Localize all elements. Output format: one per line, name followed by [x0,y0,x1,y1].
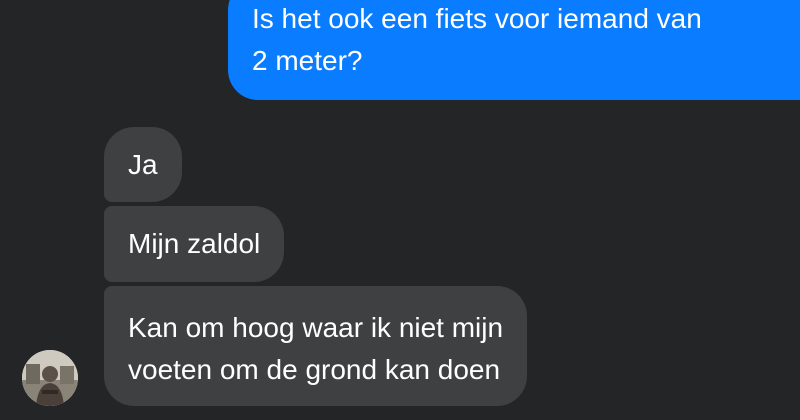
chat-thread: Is het ook een fiets voor iemand van 2 m… [0,0,800,420]
received-message-bubble[interactable]: Mijn zaldol [104,206,285,282]
received-message-bubble[interactable]: Kan om hoog waar ik niet mijn voeten om … [104,286,528,406]
received-message-bubble[interactable]: Ja [104,127,182,202]
avatar-photo-icon [22,350,78,406]
contact-avatar[interactable] [22,350,78,406]
sent-message-bubble[interactable]: Is het ook een fiets voor iemand van 2 m… [228,0,800,100]
